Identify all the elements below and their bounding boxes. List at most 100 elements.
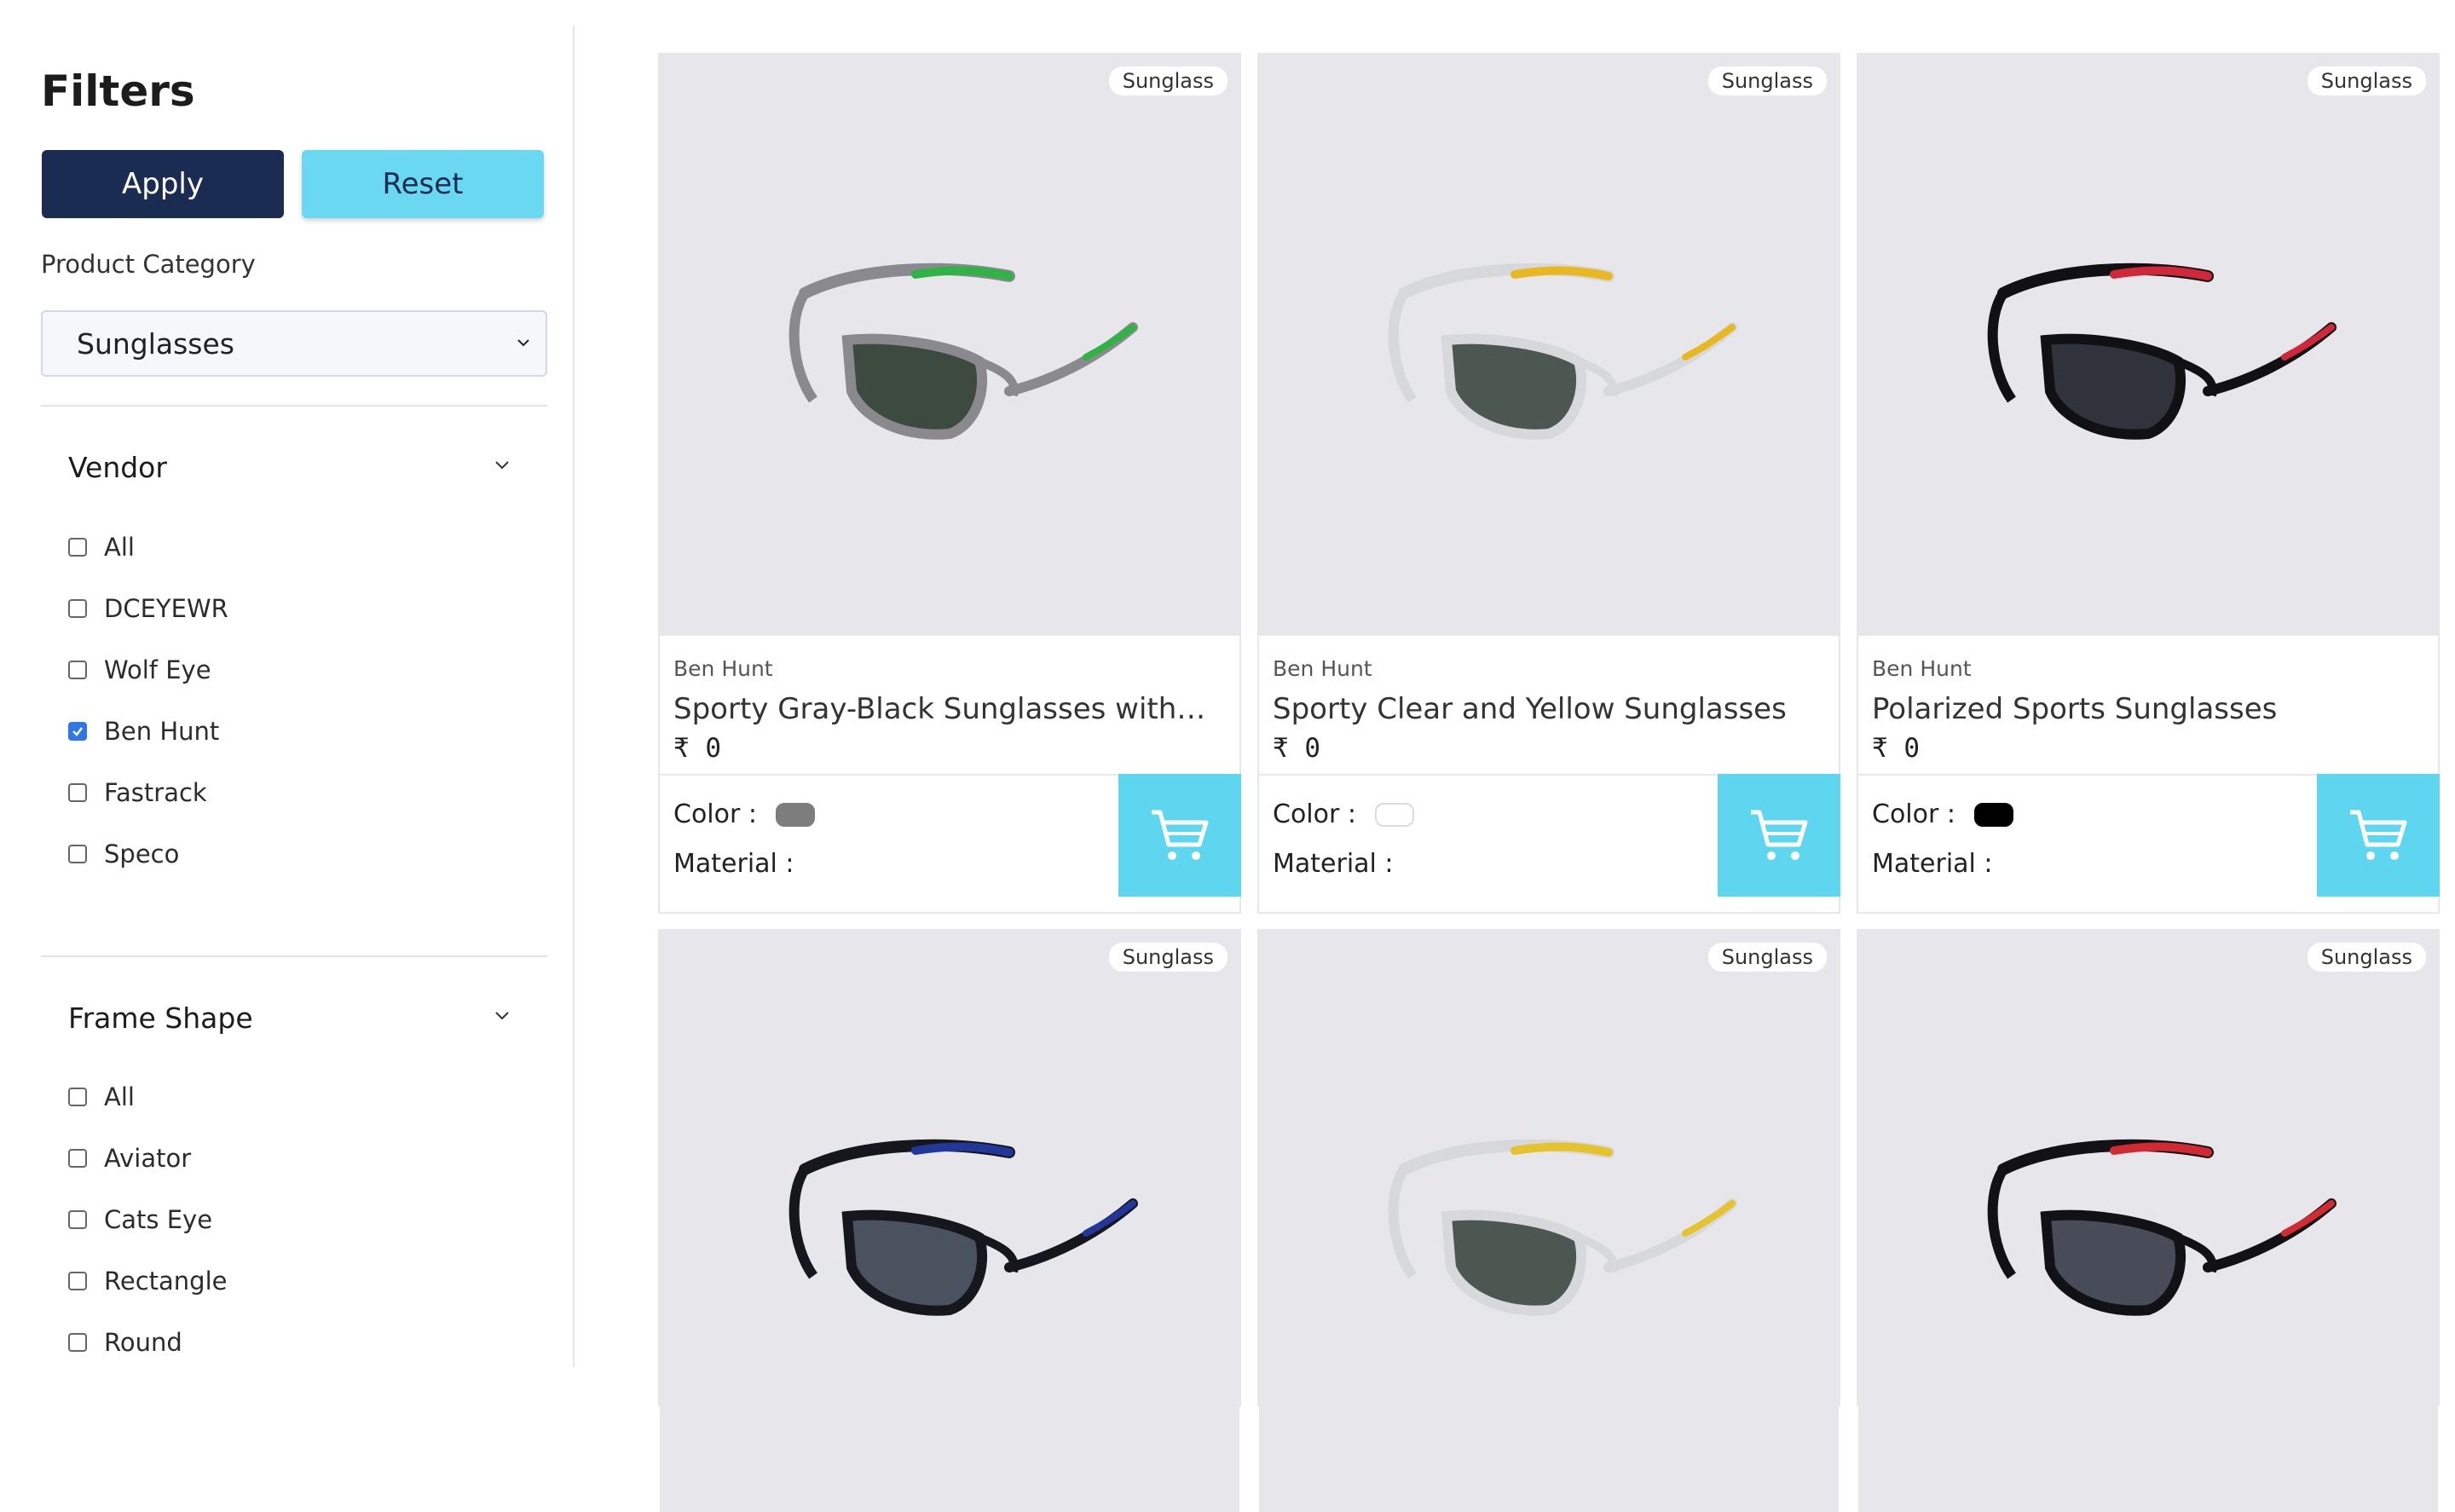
product-card[interactable]: Sunglass: [1857, 929, 2440, 1512]
color-swatch: [775, 802, 815, 827]
checkbox[interactable]: [68, 1088, 87, 1106]
checkbox[interactable]: [68, 1210, 87, 1229]
vendor-option-label: Speco: [104, 840, 180, 869]
apply-button[interactable]: Apply: [42, 150, 284, 218]
product-card[interactable]: Sunglass Ben Hunt Sporty Gray-Black Sungla…: [658, 53, 1241, 914]
chevron-down-icon[interactable]: [493, 1006, 511, 1024]
color-label: Color :: [673, 799, 757, 829]
cart-icon: [2350, 810, 2407, 860]
category-badge: Sunglass: [1707, 66, 1827, 95]
vendor-option-label: Fastrack: [104, 778, 207, 807]
product-card[interactable]: Sunglass Ben Hunt Sporty Clear and Yellow …: [1257, 53, 1840, 914]
sunglasses-image: [1987, 1139, 2337, 1316]
vendor-option-label: All: [104, 533, 135, 562]
add-to-cart-button[interactable]: [1718, 774, 1840, 897]
vendor-option[interactable]: Ben Hunt: [68, 714, 219, 748]
color-swatch: [1973, 802, 2013, 827]
material-label: Material :: [1273, 849, 1394, 879]
cart-icon: [1751, 810, 1808, 860]
product-image[interactable]: Sunglass: [660, 931, 1239, 1512]
sunglasses-image: [1987, 263, 2337, 440]
product-category-select[interactable]: Sunglasses: [41, 310, 547, 377]
checkbox[interactable]: [68, 1333, 87, 1352]
product-card[interactable]: Sunglass: [658, 929, 1241, 1512]
category-badge: Sunglass: [1108, 943, 1228, 972]
add-to-cart-button[interactable]: [1118, 774, 1241, 897]
vendor-option[interactable]: DCEYEWR: [68, 592, 228, 626]
category-badge: Sunglass: [2307, 943, 2426, 972]
chevron-down-icon[interactable]: [493, 455, 511, 474]
sunglasses-image: [788, 1139, 1138, 1316]
divider: [660, 774, 1120, 776]
frame-shape-option[interactable]: All: [68, 1080, 135, 1114]
vendor-option[interactable]: Speco: [68, 837, 179, 871]
divider: [41, 405, 547, 407]
color-label: Color :: [1273, 799, 1356, 829]
frame-shape-option-label: Rectangle: [104, 1267, 228, 1296]
frame-shape-option-label: All: [104, 1082, 135, 1111]
checkbox[interactable]: [68, 599, 87, 618]
product-category-label: Product Category: [41, 250, 256, 279]
chevron-down-icon: [517, 339, 529, 347]
vendor-option[interactable]: All: [68, 530, 135, 564]
product-vendor: Ben Hunt: [673, 656, 773, 681]
sidebar-divider: [573, 26, 575, 1367]
frame-shape-option[interactable]: Aviator: [68, 1141, 191, 1175]
color-swatch: [1374, 802, 1414, 827]
product-card[interactable]: Sunglass Ben Hunt Polarized Sports Sunglas…: [1857, 53, 2440, 914]
product-image[interactable]: Sunglass: [1259, 55, 1839, 636]
checkbox[interactable]: [68, 538, 87, 557]
vendor-option-label: Ben Hunt: [104, 717, 220, 746]
color-row: Color :: [1872, 799, 2013, 829]
product-price: ₹ 0: [1872, 733, 1920, 764]
frame-shape-section-title[interactable]: Frame Shape: [68, 1001, 253, 1035]
category-badge: Sunglass: [2307, 66, 2426, 95]
product-vendor: Ben Hunt: [1273, 656, 1372, 681]
checkbox[interactable]: [68, 722, 87, 741]
checkbox[interactable]: [68, 1272, 87, 1290]
checkbox[interactable]: [68, 661, 87, 679]
frame-shape-option-label: Aviator: [104, 1144, 192, 1173]
vendor-section-title[interactable]: Vendor: [68, 451, 167, 484]
checkbox[interactable]: [68, 1149, 87, 1168]
checkmark-icon: [72, 727, 83, 736]
product-price: ₹ 0: [673, 733, 721, 764]
frame-shape-option[interactable]: Rectangle: [68, 1264, 227, 1298]
product-image[interactable]: Sunglass: [1858, 931, 2438, 1512]
vendor-option[interactable]: Wolf Eye: [68, 653, 211, 687]
frame-shape-option-label: Round: [104, 1328, 182, 1357]
reset-button[interactable]: Reset: [302, 150, 544, 218]
sunglasses-image: [1388, 263, 1737, 440]
product-image[interactable]: Sunglass: [1259, 931, 1839, 1512]
sunglasses-image: [1388, 1139, 1737, 1316]
product-name[interactable]: Sporty Clear and Yellow Sunglasses: [1273, 692, 1810, 726]
material-label: Material :: [673, 849, 794, 879]
category-badge: Sunglass: [1108, 66, 1228, 95]
vendor-option-label: DCEYEWR: [104, 594, 228, 623]
divider: [1259, 774, 1719, 776]
filters-title: Filters: [41, 66, 195, 116]
frame-shape-option[interactable]: Round: [68, 1325, 182, 1359]
color-label: Color :: [1872, 799, 1955, 829]
product-name[interactable]: Sporty Gray-Black Sunglasses with Gr...: [673, 692, 1210, 726]
color-row: Color :: [673, 799, 815, 829]
color-row: Color :: [1273, 799, 1414, 829]
cart-icon: [1152, 810, 1209, 860]
product-image[interactable]: Sunglass: [660, 55, 1239, 636]
product-card[interactable]: Sunglass: [1257, 929, 1840, 1512]
vendor-option[interactable]: Fastrack: [68, 776, 207, 810]
checkbox[interactable]: [68, 845, 87, 863]
frame-shape-option[interactable]: Cats Eye: [68, 1203, 212, 1237]
product-category-value: Sunglasses: [77, 327, 234, 361]
sunglasses-image: [788, 263, 1138, 440]
material-label: Material :: [1872, 849, 1993, 879]
product-image[interactable]: Sunglass: [1858, 55, 2438, 636]
vendor-option-label: Wolf Eye: [104, 655, 211, 684]
product-price: ₹ 0: [1273, 733, 1320, 764]
add-to-cart-button[interactable]: [2317, 774, 2440, 897]
category-badge: Sunglass: [1707, 943, 1827, 972]
divider: [1858, 774, 2319, 776]
filter-sidebar: Filters Apply Reset Product Category Sun…: [0, 0, 573, 1367]
checkbox[interactable]: [68, 783, 87, 802]
product-name[interactable]: Polarized Sports Sunglasses: [1872, 692, 2409, 726]
